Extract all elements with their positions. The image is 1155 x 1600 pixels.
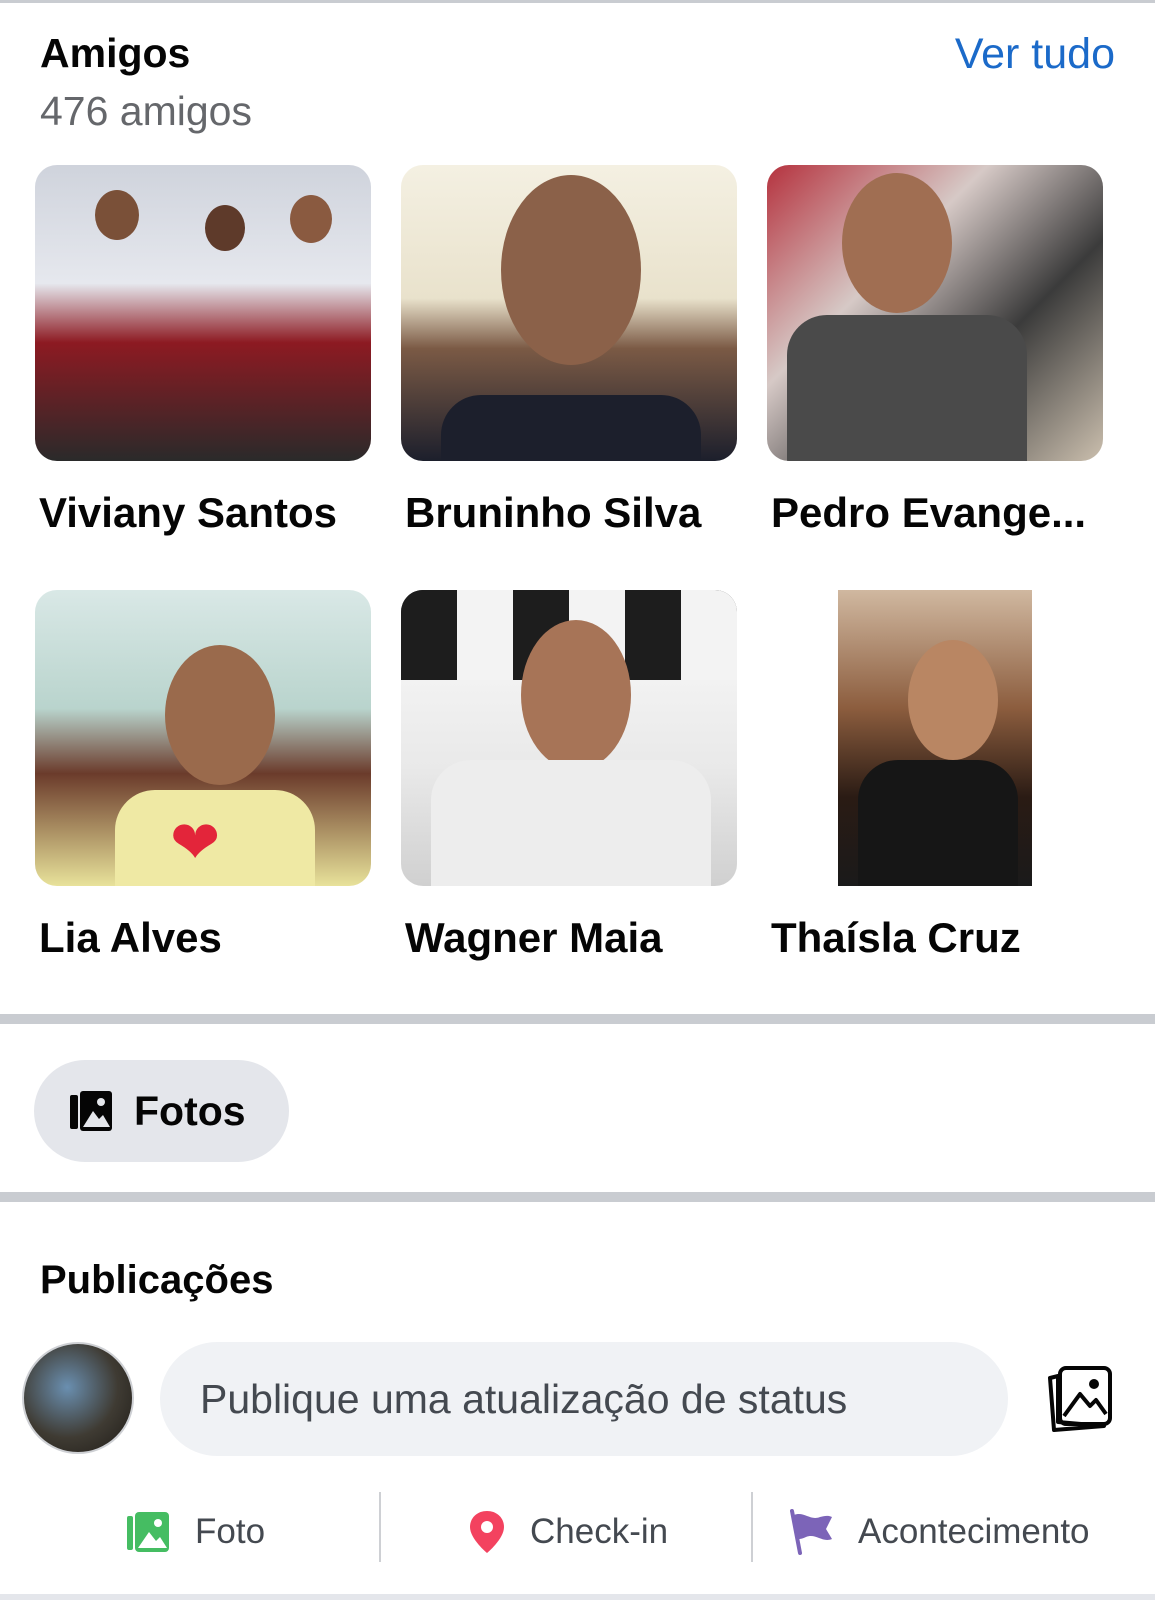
friends-title: Amigos [40, 30, 191, 76]
check-in-action-label: Check-in [530, 1512, 669, 1551]
photo-icon [127, 1512, 169, 1552]
action-separator [379, 1492, 381, 1562]
status-placeholder: Publique uma atualização de status [200, 1375, 848, 1422]
status-input[interactable]: Publique uma atualização de status [160, 1342, 1008, 1456]
friend-name[interactable]: Pedro Evange... [767, 489, 1091, 537]
friend-photo[interactable] [401, 165, 737, 461]
photos-tab-button[interactable]: Fotos [34, 1060, 289, 1162]
friend-name[interactable]: Lia Alves [35, 914, 359, 962]
action-separator [751, 1492, 753, 1562]
section-divider [0, 1192, 1155, 1202]
flag-icon [790, 1509, 832, 1555]
friend-card[interactable]: ❤ Lia Alves [35, 590, 371, 962]
life-event-action-label: Acontecimento [858, 1512, 1090, 1551]
friends-count: 476 amigos [40, 88, 252, 134]
add-photo-icon[interactable] [1044, 1364, 1116, 1432]
friend-photo[interactable] [767, 165, 1103, 461]
friend-photo[interactable] [35, 165, 371, 461]
photo-album-icon [70, 1091, 112, 1131]
photo-action-label: Foto [195, 1512, 266, 1551]
friend-photo[interactable] [401, 590, 737, 886]
section-divider [0, 1014, 1155, 1024]
friend-photo[interactable]: ❤ [35, 590, 371, 886]
top-divider [0, 0, 1155, 3]
check-in-action-button[interactable]: Check-in [468, 1492, 668, 1572]
see-all-friends-link[interactable]: Ver tudo [955, 30, 1115, 79]
publications-title: Publicações [40, 1258, 274, 1302]
friend-name[interactable]: Viviany Santos [35, 489, 359, 537]
photos-tab-label: Fotos [134, 1087, 246, 1134]
composer-actions: Foto Check-in Acontecimento [0, 1492, 1155, 1572]
friend-card[interactable]: Bruninho Silva [401, 165, 737, 537]
location-pin-icon [470, 1511, 504, 1553]
friend-name[interactable]: Wagner Maia [401, 914, 725, 962]
friend-photo[interactable] [838, 590, 1032, 886]
friend-name[interactable]: Bruninho Silva [401, 489, 725, 537]
photo-action-button[interactable]: Foto [125, 1492, 265, 1572]
friend-card[interactable]: Viviany Santos [35, 165, 371, 537]
bottom-divider [0, 1594, 1155, 1600]
friend-name[interactable]: Thaísla Cruz [767, 914, 1091, 962]
avatar[interactable] [22, 1342, 134, 1454]
friends-header: Amigos 476 amigos Ver tudo [40, 30, 1115, 140]
friend-card[interactable]: Thaísla Cruz [767, 590, 1103, 962]
friend-card[interactable]: Wagner Maia [401, 590, 737, 962]
life-event-action-button[interactable]: Acontecimento [788, 1492, 1090, 1572]
friend-card[interactable]: Pedro Evange... [767, 165, 1103, 537]
